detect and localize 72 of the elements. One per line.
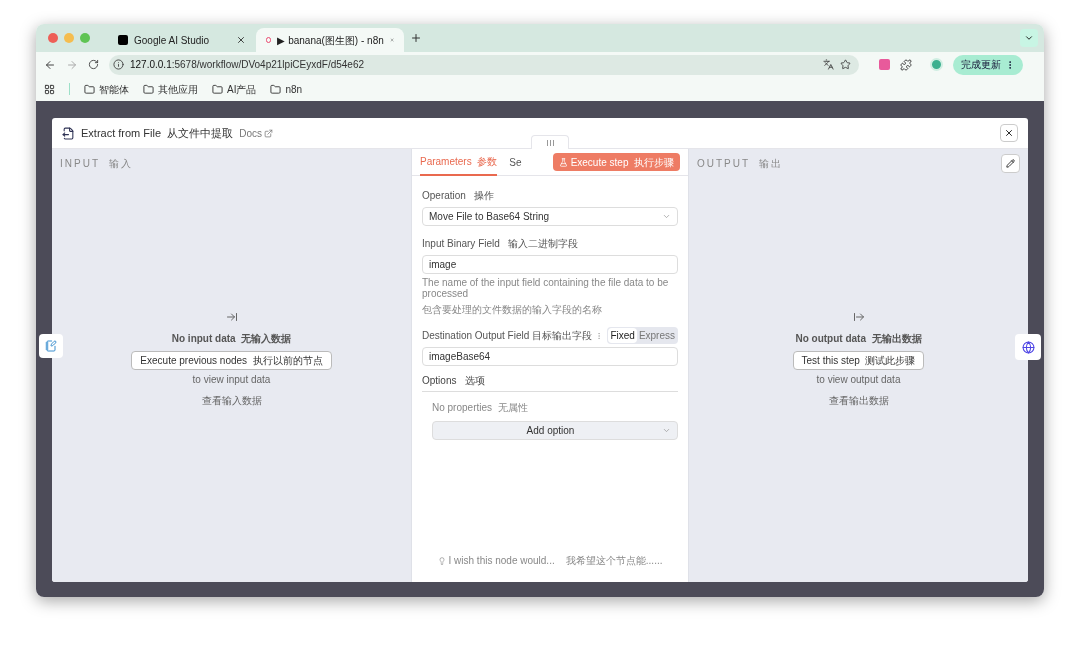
folder-icon (212, 83, 223, 95)
lightbulb-icon (437, 556, 446, 565)
panel-header: INPUT 输入 (60, 156, 134, 171)
bookmark-folder[interactable]: AI产品 (212, 81, 257, 97)
external-link-icon (264, 128, 273, 138)
globe-icon (1021, 340, 1035, 354)
pencil-icon (1006, 158, 1015, 168)
hint-text: to view output data (816, 373, 901, 387)
empty-state-title: No input data 无输入数据 (171, 332, 292, 346)
notepad-icon (45, 340, 57, 352)
notes-button[interactable] (39, 334, 63, 358)
translate-icon[interactable] (823, 59, 834, 70)
extensions-icon[interactable] (900, 58, 912, 71)
field-description: The name of the input field containing the file data to be processed (422, 277, 670, 299)
hint-text: 查看输入数据 (201, 394, 262, 408)
input-field[interactable]: imageBase64 (422, 347, 678, 366)
edit-button[interactable] (1001, 153, 1020, 173)
section-heading: Options 选项 (422, 373, 678, 392)
execute-previous-button[interactable]: Execute previous nodes 执行以前的节点 (131, 351, 332, 370)
browser-tab[interactable]: Google AI Studio (108, 28, 256, 52)
file-extract-icon (62, 126, 75, 140)
mode-toggle[interactable]: Fixed (608, 328, 637, 343)
url-text: 127.0.0.1:5678/workflow/DVo4p21lpiCEyxdF/d54e62 (130, 58, 366, 72)
field-label: Input Binary Field 输入二进制字段 (422, 237, 580, 251)
field-description: 包含要处理的文件数据的输入字段的名称 (422, 303, 603, 317)
hint-text: to view input data (192, 373, 271, 387)
bookmark-folder[interactable]: 其他应用 (143, 81, 198, 97)
chevron-down-icon (1024, 33, 1034, 43)
panel-header: OUTPUT 输出 (697, 156, 784, 171)
apps-icon[interactable] (44, 83, 55, 95)
app-logo-icon (118, 35, 128, 45)
reload-icon[interactable] (88, 59, 99, 70)
mode-toggle[interactable]: Express (636, 328, 677, 343)
tab-title: Google AI Studio (134, 33, 211, 48)
bookmark-star-icon[interactable] (840, 59, 851, 70)
arrow-from-line-icon (852, 311, 865, 323)
browser-tab[interactable]: ▶ banana(图生图) - n8n (256, 28, 404, 52)
bookmark-folder[interactable]: n8n (270, 81, 303, 97)
chevron-down-icon (662, 426, 671, 435)
extension-icon[interactable] (879, 59, 890, 70)
flask-icon (558, 157, 568, 167)
folder-icon (143, 83, 154, 95)
node-title: Extract from File 从文件中提取 (81, 125, 234, 141)
docs-link[interactable]: Docs (239, 125, 273, 141)
input-field[interactable]: image (422, 255, 678, 274)
operation-select[interactable]: Move File to Base64 String (422, 207, 678, 226)
close-icon (1004, 128, 1014, 138)
panel-tab[interactable]: Se (509, 148, 522, 176)
close-button[interactable] (1000, 124, 1018, 142)
address-bar[interactable]: 127.0.0.1:5678/workflow/DVo4p21lpiCEyxdF/d54e62 (109, 54, 859, 75)
language-button[interactable] (1015, 334, 1041, 360)
feedback-link[interactable]: I wish this node would... 我希望这个节点能...... (448, 553, 663, 568)
arrow-to-line-icon (225, 311, 238, 323)
folder-icon (84, 83, 95, 95)
tab-title: ▶ banana(图生图) - n8n (277, 33, 384, 48)
empty-state-title: No output data 无输出数据 (795, 332, 922, 346)
empty-properties-text: No properties 无属性 (432, 401, 529, 415)
drag-handle[interactable] (531, 135, 569, 149)
back-icon[interactable] (44, 58, 56, 71)
add-option-select[interactable]: Add option (432, 421, 678, 440)
site-info-icon[interactable] (113, 59, 124, 70)
new-tab-icon[interactable] (410, 32, 422, 44)
update-button[interactable]: 完成更新 (953, 54, 1023, 75)
profile-icon[interactable] (930, 58, 943, 71)
folder-icon (270, 83, 282, 95)
close-tab-icon[interactable] (236, 35, 246, 45)
bookmark-folder[interactable]: 智能体 (84, 81, 129, 97)
field-label: Destination Output Field 目标输出字段 (422, 329, 594, 343)
chevron-down-icon (662, 212, 671, 221)
hint-text: 查看输出数据 (828, 394, 889, 408)
field-label: Operation 操作 (422, 189, 496, 203)
test-step-button[interactable]: Test this step 测试此步骤 (792, 351, 925, 370)
